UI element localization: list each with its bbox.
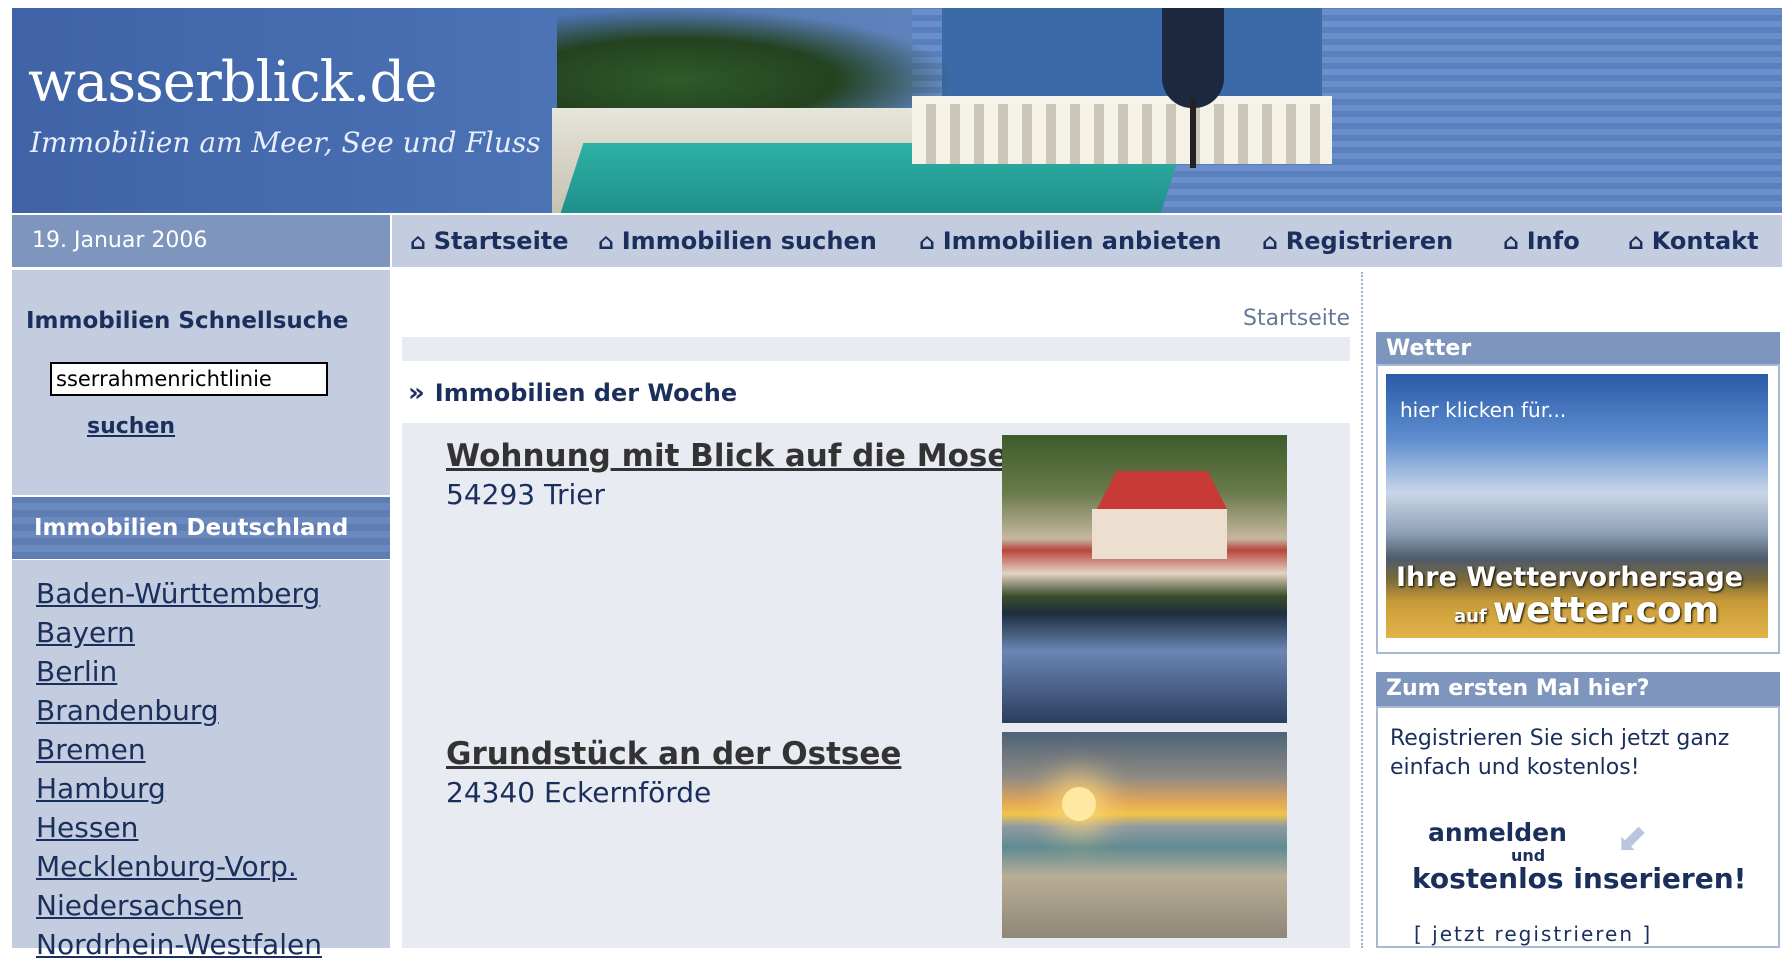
nav-immobilien-suchen[interactable]: ⌂ Immobilien suchen <box>598 215 877 267</box>
listing-photo[interactable] <box>1002 435 1287 723</box>
region-link[interactable]: Baden-Württemberg <box>36 574 390 613</box>
region-link[interactable]: Brandenburg <box>36 691 390 730</box>
first-visit-heading: Zum ersten Mal hier? <box>1376 672 1780 706</box>
header-umbrella <box>1162 8 1224 108</box>
nav-registrieren[interactable]: ⌂ Registrieren <box>1262 215 1453 267</box>
nav-label: Kontakt <box>1651 227 1759 255</box>
breadcrumb[interactable]: Startseite <box>1060 306 1350 331</box>
nav-kontakt[interactable]: ⌂ Kontakt <box>1628 215 1759 267</box>
region-link[interactable]: Hessen <box>36 808 390 847</box>
listing-photo[interactable] <box>1002 732 1287 938</box>
house-facade <box>1092 509 1227 559</box>
weather-ad-prefix: auf <box>1454 606 1487 627</box>
nav-info[interactable]: ⌂ Info <box>1503 215 1580 267</box>
cta-anmelden[interactable]: anmelden <box>1428 818 1567 847</box>
region-link[interactable]: Nordrhein-Westfalen <box>36 925 390 964</box>
region-link[interactable]: Bayern <box>36 613 390 652</box>
home-icon: ⌂ <box>919 230 935 255</box>
regions-panel: Baden-Württemberg Bayern Berlin Brandenb… <box>12 560 390 961</box>
cta-inserieren[interactable]: kostenlos inserieren! <box>1412 862 1746 895</box>
weather-heading: Wetter <box>1376 332 1780 366</box>
site-tagline: Immobilien am Meer, See und Fluss <box>30 126 541 159</box>
home-icon: ⌂ <box>1262 230 1278 255</box>
home-icon: ⌂ <box>598 230 614 255</box>
first-visit-text: Registrieren Sie sich jetzt ganz einfach… <box>1390 726 1730 780</box>
quick-search-title: Immobilien Schnellsuche <box>26 308 349 334</box>
site-header: wasserblick.de Immobilien am Meer, See u… <box>12 8 1782 213</box>
listing-location: 54293 Trier <box>446 478 605 511</box>
listing-location: 24340 Eckernförde <box>446 776 712 809</box>
weather-box: hier klicken für... Ihre Wettervorhersag… <box>1376 364 1780 654</box>
weather-ad-domain: wetter.com <box>1492 590 1720 631</box>
date-display: 19. Januar 2006 <box>12 215 390 267</box>
main-nav: ⌂ Startseite ⌂ Immobilien suchen ⌂ Immobili… <box>392 215 1782 267</box>
weather-ad-headline: Ihre Wettervorhersage <box>1396 562 1744 593</box>
nav-label: Registrieren <box>1285 227 1454 255</box>
weather-ad-click-text: hier klicken für... <box>1400 398 1567 422</box>
home-icon: ⌂ <box>1503 230 1519 255</box>
nav-label: Startseite <box>433 227 569 255</box>
breadcrumb-bar <box>402 337 1350 361</box>
header-umbrella-pole <box>1190 98 1196 168</box>
region-link[interactable]: Hamburg <box>36 769 390 808</box>
featured-title: Immobilien der Woche <box>434 379 738 407</box>
header-balustrade <box>912 96 1332 164</box>
home-icon: ⌂ <box>1628 230 1644 255</box>
sunset-sun <box>1062 787 1096 821</box>
regions-heading: Immobilien Deutschland <box>12 497 390 559</box>
home-icon: ⌂ <box>410 230 426 255</box>
featured-heading: » Immobilien der Woche <box>408 378 737 408</box>
house-roof <box>1097 471 1227 509</box>
region-link[interactable]: Mecklenburg-Vorp. <box>36 847 390 886</box>
weather-ad-brand: auf wetter.com <box>1454 590 1719 631</box>
nav-startseite[interactable]: ⌂ Startseite <box>410 215 569 267</box>
nav-label: Immobilien anbieten <box>942 227 1222 255</box>
double-chevron-right-icon: » <box>408 378 425 408</box>
nav-label: Immobilien suchen <box>621 227 877 255</box>
region-link[interactable]: Niedersachsen <box>36 886 390 925</box>
register-link[interactable]: [ jetzt registrieren ] <box>1414 922 1652 946</box>
column-divider <box>1361 272 1363 948</box>
region-link[interactable]: Bremen <box>36 730 390 769</box>
weather-ad-banner[interactable]: hier klicken für... Ihre Wettervorhersag… <box>1386 374 1768 638</box>
quick-search-panel: Immobilien Schnellsuche suchen <box>12 270 390 495</box>
listing-title[interactable]: Grundstück an der Ostsee <box>446 736 901 772</box>
listing-title[interactable]: Wohnung mit Blick auf die Mosel <box>446 438 1019 474</box>
nav-immobilien-anbieten[interactable]: ⌂ Immobilien anbieten <box>919 215 1222 267</box>
site-logo[interactable]: wasserblick.de <box>28 50 437 115</box>
arrow-down-left-icon: ⬋ <box>1616 816 1648 860</box>
quick-search-input[interactable] <box>50 362 328 396</box>
nav-label: Info <box>1526 227 1580 255</box>
region-link[interactable]: Berlin <box>36 652 390 691</box>
first-visit-box: Registrieren Sie sich jetzt ganz einfach… <box>1376 706 1780 948</box>
search-button[interactable]: suchen <box>87 414 175 439</box>
